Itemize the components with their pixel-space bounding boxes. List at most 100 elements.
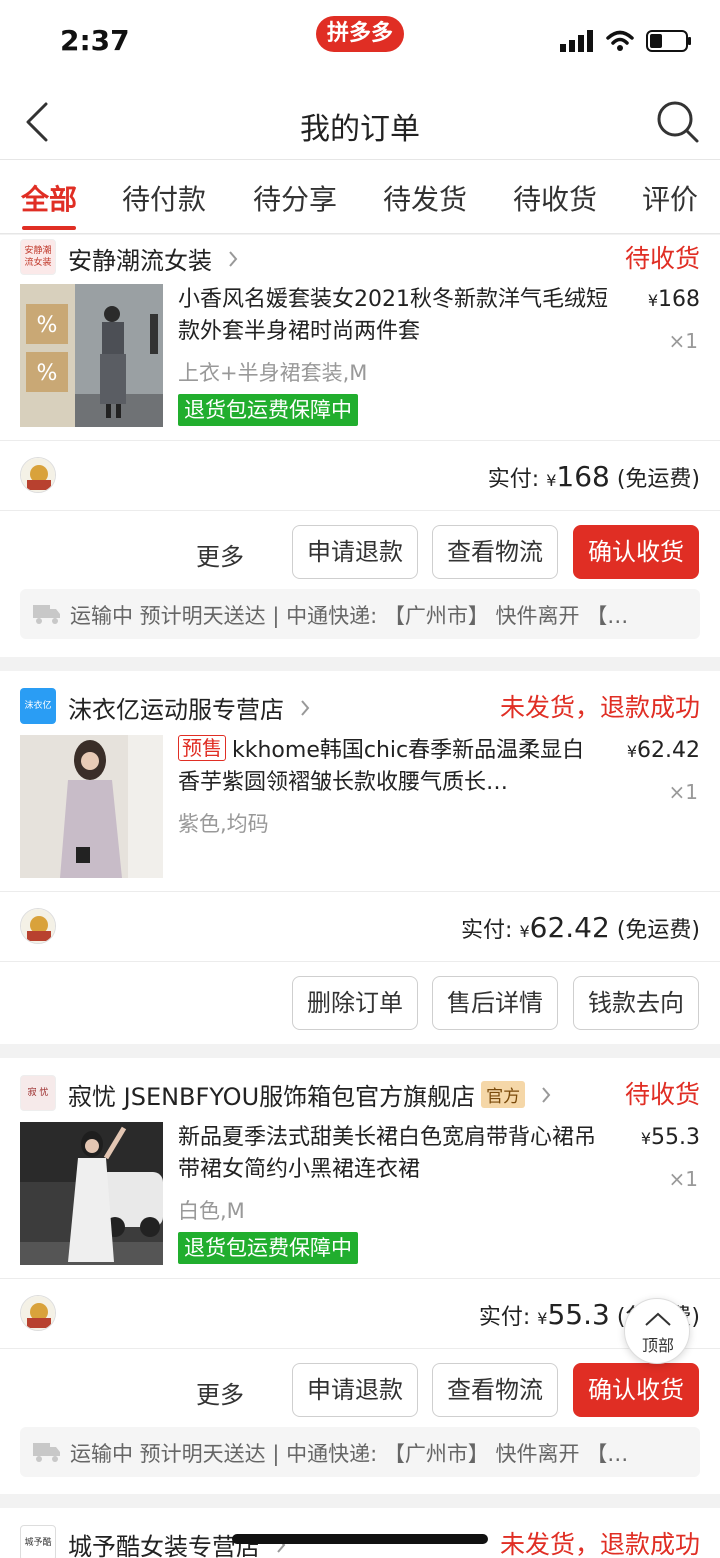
home-indicator [232, 1534, 488, 1544]
official-badge: 官方 [481, 1081, 526, 1108]
more-button[interactable]: 更多 [196, 537, 244, 572]
product-image[interactable] [20, 1122, 163, 1265]
view-logistics-button[interactable]: 查看物流 [432, 1363, 558, 1417]
shop-row[interactable]: 安静潮流女装 安静潮流女装 待收货 [0, 235, 720, 285]
order-card: 寂 忧 寂忧 JSENBFYOU服饰箱包官方旗舰店 官方 待收货 新品夏季法式甜美… [0, 1058, 720, 1494]
back-to-top-label: 顶部 [641, 1336, 674, 1355]
back-to-top-button[interactable]: 顶部 [624, 1298, 690, 1364]
shop-name: 寂忧 JSENBFYOU服饰箱包官方旗舰店 官方 [68, 1077, 551, 1112]
shop-logo: 安静潮流女装 [20, 239, 56, 275]
product-title[interactable]: 小香风名媛套装女2021秋冬新款洋气毛绒短款外套半身裙时尚两件套 [178, 284, 608, 348]
product-title[interactable]: 预售 kkhome韩国chic春季新品温柔显白香芋紫圆领褶皱长款收腰气质长… [178, 735, 600, 799]
shipping-note: (免运费) [616, 467, 700, 492]
search-button[interactable] [656, 100, 700, 144]
product-spec: 上衣+半身裙套装,M [178, 361, 368, 385]
order-status: 待收货 [624, 244, 700, 273]
tab-pending-receipt[interactable]: 待收货 [513, 178, 597, 218]
product-image[interactable]: % % [20, 284, 163, 427]
view-logistics-button[interactable]: 查看物流 [432, 525, 558, 579]
presale-tag: 预售 [178, 735, 226, 761]
unit-price: ¥168 [647, 287, 700, 312]
battery-icon [646, 30, 691, 52]
shop-logo: 寂 忧 [20, 1075, 56, 1111]
search-icon [657, 101, 699, 143]
product-photo [20, 1122, 163, 1265]
logistics-bar[interactable]: 运输中 预计明天送达 | 中通快递: 【广州市】 快件离开 【… [20, 1427, 700, 1477]
nav-bar: 我的订单 [0, 84, 720, 160]
unit-price-value: 62.42 [637, 738, 700, 763]
order-card: 沫衣亿 沫衣亿运动服专营店 未发货，退款成功 预售 kkhome韩国chic春季新… [0, 671, 720, 1044]
shop-logo: 城予酷 [20, 1525, 56, 1558]
paid-amount: 168 [556, 460, 610, 493]
chevron-right-icon [542, 1087, 551, 1103]
order-card: 城予酷 城予酷女装专营店 未发货，退款成功 [0, 1508, 720, 1558]
unit-price: ¥55.3 [640, 1125, 700, 1150]
divider [0, 1348, 720, 1349]
divider [0, 440, 720, 441]
guarantee-badge: 退货包运费保障中 [178, 394, 358, 426]
page-title: 我的订单 [300, 112, 420, 147]
order-card: 安静潮流女装 安静潮流女装 待收货 % % 小香风名媛套装女2021秋冬新款洋气… [0, 235, 720, 657]
after-sales-button[interactable]: 售后详情 [432, 976, 558, 1030]
paid-label: 实付: [478, 1305, 531, 1330]
paid-label: 实付: [487, 467, 540, 492]
shop-logo: 沫衣亿 [20, 688, 56, 724]
wifi-icon [606, 30, 634, 51]
shop-name: 沫衣亿运动服专营店 [68, 690, 310, 725]
product-title[interactable]: 新品夏季法式甜美长裙白色宽肩带背心裙吊带裙女简约小黑裙连衣裙 [178, 1122, 608, 1186]
quantity: ×1 [668, 1167, 698, 1191]
avatar [20, 908, 56, 944]
refund-destination-button[interactable]: 钱款去向 [573, 976, 699, 1030]
truck-icon [33, 1443, 60, 1462]
confirm-receipt-button[interactable]: 确认收货 [573, 1363, 699, 1417]
shop-row[interactable]: 沫衣亿 沫衣亿运动服专营店 未发货，退款成功 [0, 684, 720, 734]
paid-total: 实付: ¥168 (免运费) [487, 460, 700, 493]
paid-total: 实付: ¥62.42 (免运费) [461, 911, 700, 944]
divider [0, 891, 720, 892]
guarantee-badge: 退货包运费保障中 [178, 1232, 358, 1264]
more-button[interactable]: 更多 [196, 1375, 244, 1410]
paid-amount: 55.3 [547, 1298, 610, 1331]
delete-order-button[interactable]: 删除订单 [292, 976, 418, 1030]
product-title-text: kkhome韩国chic春季新品温柔显白香芋紫圆领褶皱长款收腰气质长… [178, 738, 585, 795]
svg-text:%: % [37, 361, 58, 386]
unit-price-value: 55.3 [651, 1125, 700, 1150]
shop-row[interactable]: 寂 忧 寂忧 JSENBFYOU服饰箱包官方旗舰店 官方 待收货 [0, 1071, 720, 1121]
shipping-note: (免运费) [616, 918, 700, 943]
divider [0, 961, 720, 962]
avatar [20, 1295, 56, 1331]
shop-name-text: 安静潮流女装 [68, 247, 212, 275]
chevron-right-icon [300, 700, 309, 716]
clock: 2:37 [60, 24, 130, 57]
order-status: 未发货，退款成功 [499, 1530, 700, 1558]
tab-review[interactable]: 评价 [642, 178, 698, 218]
tab-pending-payment[interactable]: 待付款 [122, 178, 206, 218]
paid-label: 实付: [461, 918, 513, 943]
shop-name-text: 沫衣亿运动服专营店 [68, 696, 284, 724]
logistics-bar[interactable]: 运输中 预计明天送达 | 中通快递: 【广州市】 快件离开 【… [20, 589, 700, 639]
order-tabs: 全部 待付款 待分享 待发货 待收货 评价 [0, 160, 720, 234]
active-tab-indicator [22, 226, 76, 230]
confirm-receipt-button[interactable]: 确认收货 [573, 525, 699, 579]
product-photo [20, 735, 163, 878]
request-refund-button[interactable]: 申请退款 [292, 1363, 418, 1417]
tab-pending-shipment[interactable]: 待发货 [383, 178, 467, 218]
unit-price-value: 168 [658, 287, 700, 312]
avatar [20, 457, 56, 493]
tab-pending-share[interactable]: 待分享 [253, 178, 337, 218]
product-spec: 紫色,均码 [178, 812, 269, 836]
shop-name: 安静潮流女装 [68, 241, 238, 276]
request-refund-button[interactable]: 申请退款 [292, 525, 418, 579]
signal-icon [560, 30, 593, 52]
divider [0, 510, 720, 511]
paid-amount: 62.42 [529, 911, 610, 944]
tab-all[interactable]: 全部 [21, 178, 77, 218]
brand-badge[interactable]: 拼多多 [316, 16, 404, 52]
status-icons [560, 30, 692, 52]
chevron-right-icon [228, 251, 237, 267]
truck-icon [33, 605, 60, 624]
status-bar: 2:37 拼多多 [0, 0, 720, 84]
logistics-text: 运输中 预计明天送达 | 中通快递: 【广州市】 快件离开 【… [70, 604, 629, 628]
product-image[interactable] [20, 735, 163, 878]
chevron-up-icon [645, 1312, 671, 1326]
